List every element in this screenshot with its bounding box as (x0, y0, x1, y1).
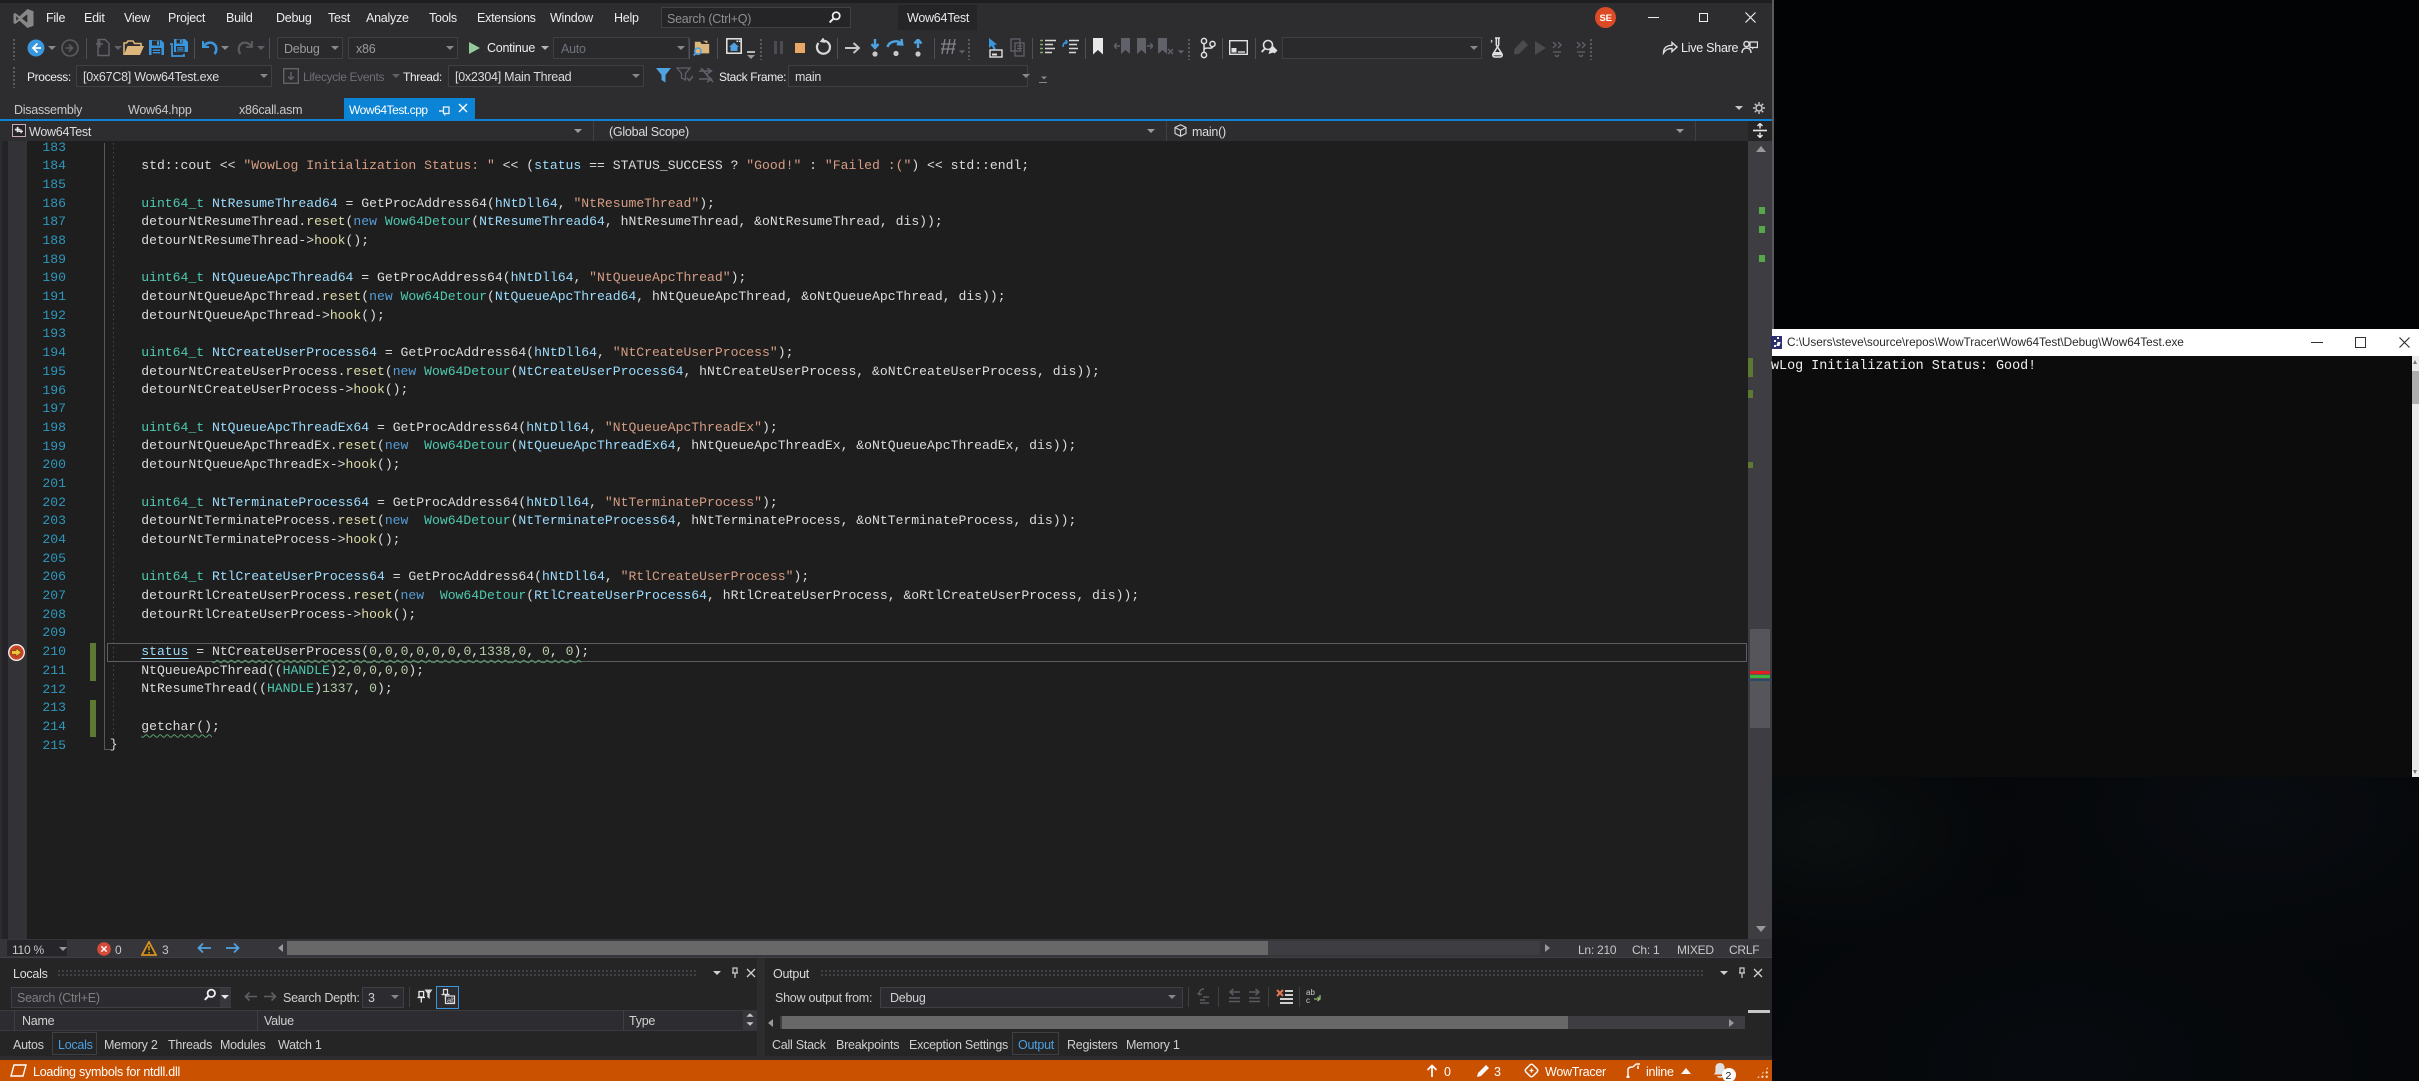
svg-text:c: c (1306, 996, 1310, 1005)
svg-text:ab: ab (447, 996, 455, 1005)
